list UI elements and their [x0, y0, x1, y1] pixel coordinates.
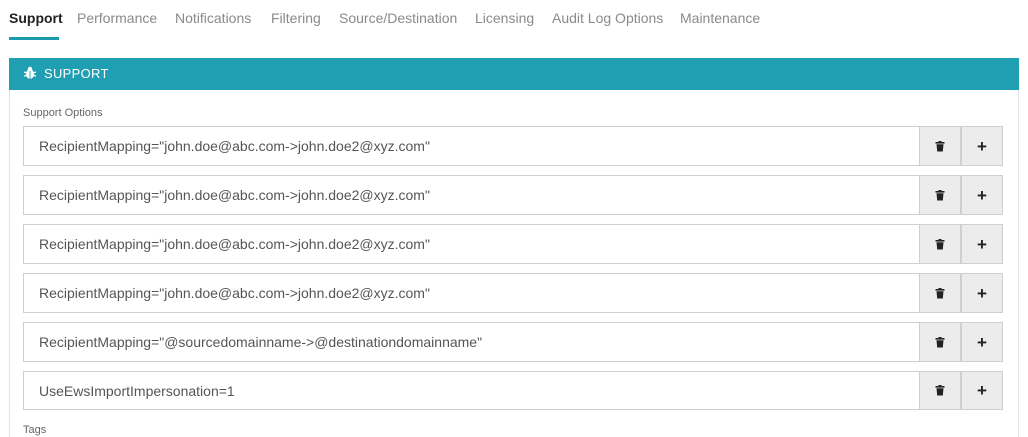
tab-source-destination[interactable]: Source/Destination — [339, 10, 457, 26]
tab-bar: Support Performance Notifications Filter… — [0, 0, 1028, 42]
delete-option-button[interactable] — [919, 224, 961, 264]
add-option-button[interactable]: + — [961, 371, 1003, 410]
plus-icon: + — [977, 136, 987, 156]
panel-header: SUPPORT — [9, 58, 1019, 90]
tab-licensing[interactable]: Licensing — [475, 10, 534, 26]
support-option-input[interactable] — [23, 126, 920, 166]
plus-icon: + — [977, 185, 987, 205]
trash-icon — [935, 140, 945, 151]
bug-icon — [23, 66, 37, 79]
delete-option-button[interactable] — [919, 371, 961, 410]
support-option-row: + — [23, 273, 1004, 313]
delete-option-button[interactable] — [919, 273, 961, 313]
tab-audit-log-options[interactable]: Audit Log Options — [552, 10, 663, 26]
plus-icon: + — [977, 332, 987, 352]
support-option-input[interactable] — [23, 371, 920, 410]
tab-support[interactable]: Support — [9, 10, 63, 26]
active-tab-indicator — [9, 37, 59, 40]
support-option-input[interactable] — [23, 322, 920, 362]
tab-performance[interactable]: Performance — [77, 10, 157, 26]
plus-icon: + — [977, 283, 987, 303]
tab-filtering[interactable]: Filtering — [271, 10, 321, 26]
tab-maintenance[interactable]: Maintenance — [680, 10, 760, 26]
trash-icon — [935, 385, 945, 396]
support-option-row: + — [23, 126, 1004, 166]
add-option-button[interactable]: + — [961, 273, 1003, 313]
support-option-input[interactable] — [23, 224, 920, 264]
tab-notifications[interactable]: Notifications — [175, 10, 251, 26]
support-option-row: + — [23, 224, 1004, 264]
support-option-row: + — [23, 371, 1004, 410]
support-option-input[interactable] — [23, 273, 920, 313]
add-option-button[interactable]: + — [961, 175, 1003, 215]
support-option-row: + — [23, 322, 1004, 362]
delete-option-button[interactable] — [919, 175, 961, 215]
trash-icon — [935, 189, 945, 200]
delete-option-button[interactable] — [919, 126, 961, 166]
plus-icon: + — [977, 234, 987, 254]
trash-icon — [935, 336, 945, 347]
support-option-input[interactable] — [23, 175, 920, 215]
trash-icon — [935, 287, 945, 298]
plus-icon: + — [977, 381, 987, 400]
add-option-button[interactable]: + — [961, 224, 1003, 264]
tags-label: Tags — [23, 424, 47, 436]
add-option-button[interactable]: + — [961, 322, 1003, 362]
support-option-row: + — [23, 175, 1004, 215]
trash-icon — [935, 238, 945, 249]
support-options-label: Support Options — [23, 107, 103, 119]
delete-option-button[interactable] — [919, 322, 961, 362]
add-option-button[interactable]: + — [961, 126, 1003, 166]
panel-title: SUPPORT — [44, 66, 109, 81]
